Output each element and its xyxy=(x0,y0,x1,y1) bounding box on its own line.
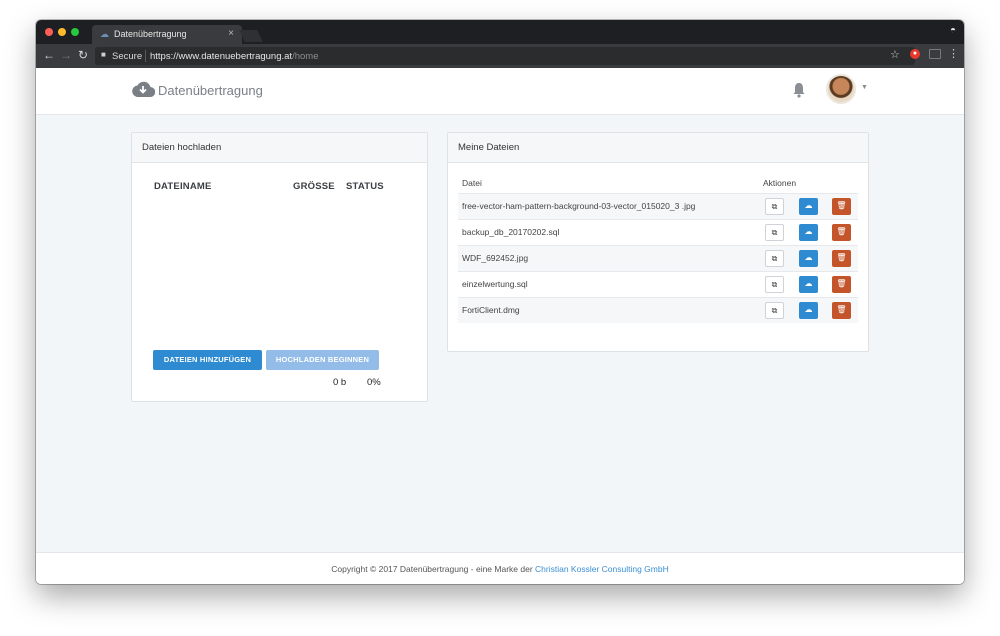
copy-link-button[interactable]: ⧉ xyxy=(765,250,784,267)
column-header-file: Datei xyxy=(462,178,482,188)
avatar[interactable] xyxy=(826,74,856,104)
page: Datenübertragung ▼ Dateien hochladen DAT… xyxy=(36,68,964,584)
table-row: FortiClient.dmg ⧉ ☁ 🗑 xyxy=(458,297,858,323)
footer-text: Copyright © 2017 Datenübertragung - eine… xyxy=(331,564,536,574)
browser-menu-icon[interactable]: ⋮ xyxy=(948,47,959,60)
url-host: https://www.datenuebertragung.at xyxy=(150,51,293,62)
my-files-panel: Meine Dateien Datei Aktionen free-vector… xyxy=(447,132,869,352)
table-row: free-vector-ham-pattern-background-03-ve… xyxy=(458,193,858,219)
brand-name[interactable]: Datenübertragung xyxy=(158,83,263,98)
delete-button[interactable]: 🗑 xyxy=(832,198,851,215)
browser-tab[interactable]: ☁ Datenübertragung × xyxy=(92,25,242,44)
column-header-actions: Aktionen xyxy=(763,178,797,188)
reload-icon[interactable]: ↻ xyxy=(78,48,88,62)
browser-window: ☁ Datenübertragung × ◓ ← → ↻ ■ Secure ht… xyxy=(36,20,964,584)
copy-link-button[interactable]: ⧉ xyxy=(765,276,784,293)
upload-panel-title: Dateien hochladen xyxy=(142,142,222,153)
file-name[interactable]: backup_db_20170202.sql xyxy=(462,227,559,237)
cloud-download-icon[interactable] xyxy=(131,80,155,98)
tab-title: Datenübertragung xyxy=(114,29,187,39)
download-button[interactable]: ☁ xyxy=(799,276,818,293)
copy-link-button[interactable]: ⧉ xyxy=(765,224,784,241)
url-text: https://www.datenuebertragung.at/home xyxy=(150,51,318,62)
maximize-window-button[interactable] xyxy=(71,28,79,36)
browser-toolbar: ← → ↻ ■ Secure https://www.datenuebertra… xyxy=(36,44,964,68)
favicon-icon: ☁ xyxy=(100,29,109,39)
download-button[interactable]: ☁ xyxy=(799,198,818,215)
secure-label: Secure xyxy=(112,51,143,62)
file-name[interactable]: free-vector-ham-pattern-background-03-ve… xyxy=(462,201,695,211)
lock-icon: ■ xyxy=(101,50,106,59)
table-row: WDF_692452.jpg ⧉ ☁ 🗑 xyxy=(458,245,858,271)
app-header: Datenübertragung ▼ xyxy=(36,68,964,115)
tab-bar: ☁ Datenübertragung × ◓ xyxy=(36,20,964,44)
incognito-icon: ◓ xyxy=(949,25,956,36)
close-window-button[interactable] xyxy=(45,28,53,36)
start-upload-button[interactable]: HOCHLADEN BEGINNEN xyxy=(266,350,379,370)
column-header-size: GRÖSSE xyxy=(293,181,335,192)
footer-copyright: Copyright © 2017 Datenübertragung - eine… xyxy=(36,564,964,574)
cast-icon[interactable] xyxy=(929,49,941,59)
url-separator xyxy=(145,50,146,62)
delete-button[interactable]: 🗑 xyxy=(832,224,851,241)
column-header-status: STATUS xyxy=(346,181,384,192)
address-bar[interactable]: ■ Secure https://www.datenuebertragung.a… xyxy=(95,47,915,65)
column-header-filename: DATEINAME xyxy=(154,181,212,192)
chevron-down-icon[interactable]: ▼ xyxy=(861,84,868,91)
download-button[interactable]: ☁ xyxy=(799,302,818,319)
bell-icon[interactable] xyxy=(792,82,806,98)
url-path: /home xyxy=(292,51,319,62)
minimize-window-button[interactable] xyxy=(58,28,66,36)
forward-arrow-icon[interactable]: → xyxy=(60,48,72,62)
delete-button[interactable]: 🗑 xyxy=(832,302,851,319)
tab-close-button[interactable]: × xyxy=(228,28,234,39)
file-name[interactable]: einzelwertung.sql xyxy=(462,279,528,289)
copy-link-button[interactable]: ⧉ xyxy=(765,302,784,319)
add-files-button[interactable]: DATEIEN HINZUFÜGEN xyxy=(153,350,262,370)
file-name[interactable]: WDF_692452.jpg xyxy=(462,253,528,263)
extension-icon[interactable]: ● xyxy=(910,49,920,59)
new-tab-button[interactable] xyxy=(239,30,263,42)
upload-panel-heading: Dateien hochladen xyxy=(132,133,427,163)
my-files-panel-heading: Meine Dateien xyxy=(448,133,868,163)
upload-total-size: 0 b xyxy=(333,377,347,388)
file-name[interactable]: FortiClient.dmg xyxy=(462,305,520,315)
download-button[interactable]: ☁ xyxy=(799,224,818,241)
copy-link-button[interactable]: ⧉ xyxy=(765,198,784,215)
table-row: einzelwertung.sql ⧉ ☁ 🗑 xyxy=(458,271,858,297)
upload-total-percent: 0% xyxy=(367,377,381,388)
delete-button[interactable]: 🗑 xyxy=(832,250,851,267)
delete-button[interactable]: 🗑 xyxy=(832,276,851,293)
upload-panel: Dateien hochladen DATEINAME GRÖSSE STATU… xyxy=(131,132,428,402)
table-row: backup_db_20170202.sql ⧉ ☁ 🗑 xyxy=(458,219,858,245)
my-files-panel-title: Meine Dateien xyxy=(458,142,520,153)
download-button[interactable]: ☁ xyxy=(799,250,818,267)
bookmark-star-icon[interactable]: ☆ xyxy=(890,48,900,61)
footer-company-link[interactable]: Christian Kossler Consulting GmbH xyxy=(535,564,669,574)
back-arrow-icon[interactable]: ← xyxy=(43,48,55,62)
footer: Copyright © 2017 Datenübertragung - eine… xyxy=(36,552,964,584)
